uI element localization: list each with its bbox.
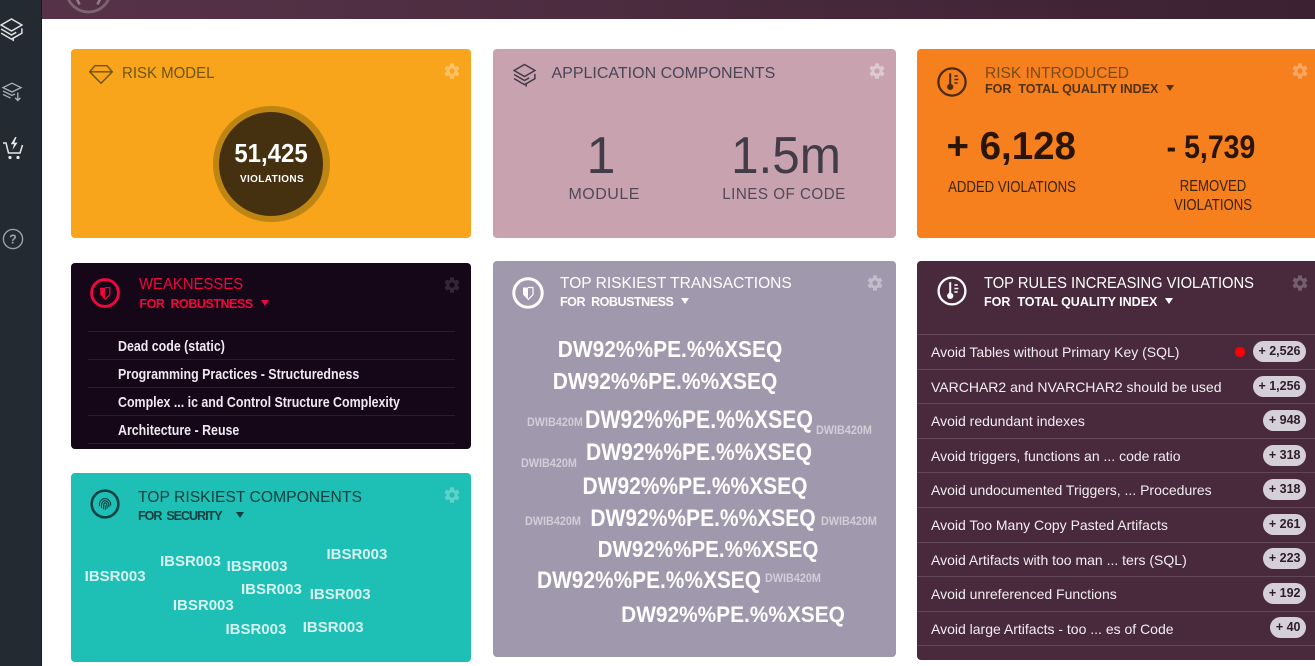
svg-text:?: ? bbox=[9, 233, 17, 247]
